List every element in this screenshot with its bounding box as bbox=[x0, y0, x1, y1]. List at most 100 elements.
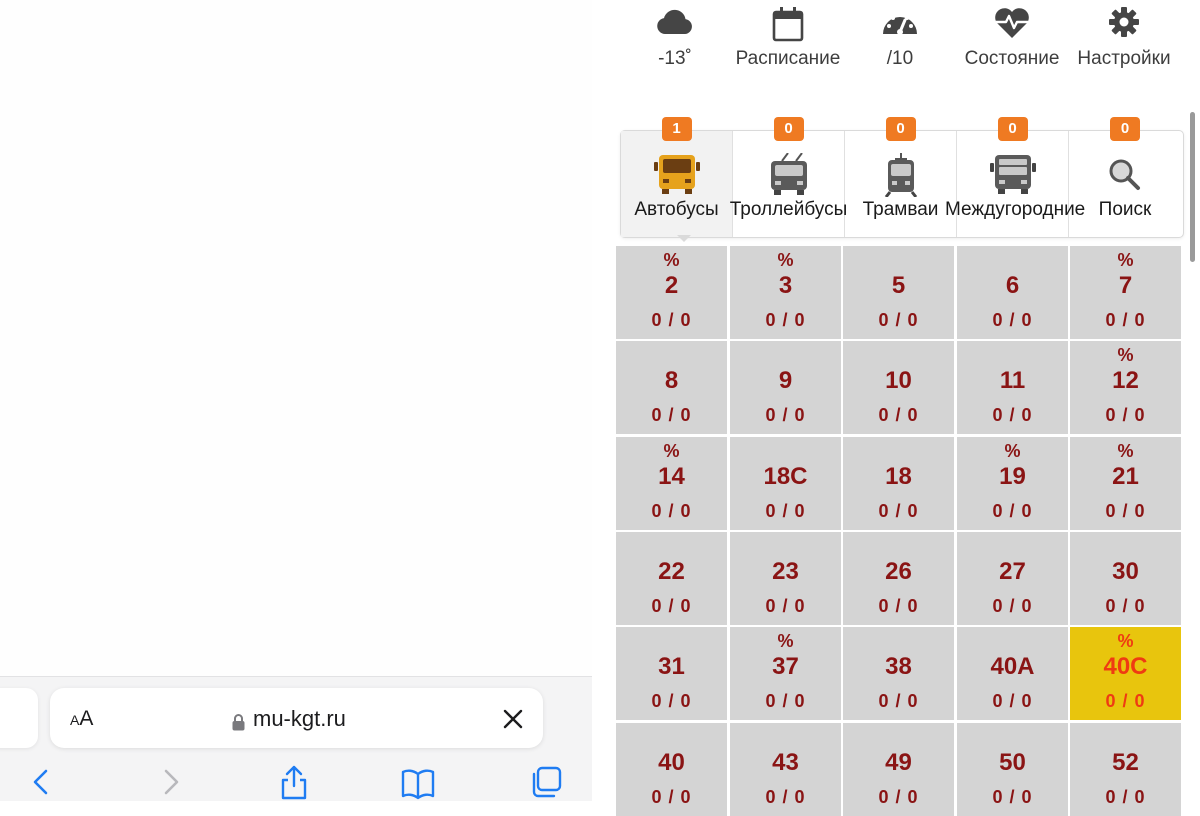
intercity-bus-icon bbox=[989, 155, 1036, 194]
route-tile[interactable]: % 2 0 / 0 bbox=[616, 246, 727, 339]
tram-icon bbox=[884, 153, 917, 197]
text-size-label-large: A bbox=[79, 707, 94, 730]
rating-button[interactable]: /10 bbox=[843, 0, 957, 80]
route-vehicle-count: 0 / 0 bbox=[765, 405, 806, 425]
route-tile[interactable]: 9 0 / 0 bbox=[730, 341, 841, 434]
transport-type-tabs: 1 Автобусы 0 Троллейбусы 0 Трамваи 0 Меж… bbox=[620, 117, 1184, 238]
tabs-button[interactable] bbox=[528, 764, 564, 800]
route-vehicle-count: 0 / 0 bbox=[992, 501, 1033, 521]
route-tile[interactable]: 40 0 / 0 bbox=[616, 723, 727, 816]
route-tile[interactable]: 6 0 / 0 bbox=[957, 246, 1068, 339]
route-number: 50 bbox=[999, 749, 1026, 776]
route-number: 21 bbox=[1112, 463, 1139, 490]
rating-label: /10 bbox=[886, 48, 914, 69]
text-size-button[interactable]: AA bbox=[70, 706, 93, 733]
route-tile[interactable]: 10 0 / 0 bbox=[843, 341, 954, 434]
route-number: 26 bbox=[885, 558, 912, 585]
transport-web-page: -13˚ Расписание /10 Состояние Настройки … bbox=[604, 0, 1200, 816]
bookmarks-icon bbox=[401, 769, 435, 800]
route-vehicle-count: 0 / 0 bbox=[878, 596, 919, 616]
route-tile[interactable]: 27 0 / 0 bbox=[957, 532, 1068, 625]
route-tile[interactable]: 52 0 / 0 bbox=[1070, 723, 1181, 816]
tab-trams[interactable]: 0 Трамваи bbox=[845, 117, 957, 237]
route-tile[interactable]: 26 0 / 0 bbox=[843, 532, 954, 625]
route-number: 40С bbox=[1103, 653, 1148, 680]
route-number: 5 bbox=[891, 272, 906, 299]
route-tile[interactable]: % 12 0 / 0 bbox=[1070, 341, 1181, 434]
route-tile[interactable]: % 40С 0 / 0 bbox=[1070, 627, 1181, 720]
close-icon bbox=[503, 709, 523, 729]
settings-button[interactable]: Настройки bbox=[1067, 0, 1181, 80]
route-vehicle-count: 0 / 0 bbox=[1105, 501, 1146, 521]
route-vehicle-count: 0 / 0 bbox=[651, 405, 692, 425]
route-number: 8 bbox=[664, 367, 679, 394]
route-number: 18 bbox=[885, 463, 912, 490]
forward-button[interactable] bbox=[152, 764, 188, 800]
active-tab-pointer bbox=[677, 235, 691, 242]
page-scrollbar[interactable] bbox=[1190, 112, 1195, 262]
route-vehicle-count: 0 / 0 bbox=[992, 596, 1033, 616]
route-tile[interactable]: 18С 0 / 0 bbox=[730, 437, 841, 530]
route-tile[interactable]: 49 0 / 0 bbox=[843, 723, 954, 816]
route-vehicle-count: 0 / 0 bbox=[992, 310, 1033, 330]
route-tile[interactable]: 38 0 / 0 bbox=[843, 627, 954, 720]
route-number: 40А bbox=[990, 653, 1035, 680]
route-number: 52 bbox=[1112, 749, 1139, 776]
search-count-badge: 0 bbox=[1110, 117, 1140, 141]
route-tile[interactable]: 23 0 / 0 bbox=[730, 532, 841, 625]
share-button[interactable] bbox=[276, 764, 312, 800]
weather-button[interactable]: -13˚ bbox=[618, 0, 732, 80]
route-tile[interactable]: 22 0 / 0 bbox=[616, 532, 727, 625]
trolleybus-icon bbox=[770, 153, 807, 195]
route-percent-mark: % bbox=[1117, 631, 1134, 651]
route-percent-mark: % bbox=[1004, 441, 1021, 461]
route-number: 10 bbox=[885, 367, 912, 394]
route-tile[interactable]: 50 0 / 0 bbox=[957, 723, 1068, 816]
bookmarks-button[interactable] bbox=[400, 764, 436, 800]
route-percent-mark: % bbox=[663, 250, 680, 270]
route-tile[interactable]: % 21 0 / 0 bbox=[1070, 437, 1181, 530]
route-tile[interactable]: % 19 0 / 0 bbox=[957, 437, 1068, 530]
route-tile[interactable]: 5 0 / 0 bbox=[843, 246, 954, 339]
route-number: 14 bbox=[658, 463, 685, 490]
route-number: 38 bbox=[885, 653, 912, 680]
route-number: 43 bbox=[772, 749, 799, 776]
search-label: Поиск bbox=[1098, 199, 1152, 220]
schedule-button[interactable]: Расписание bbox=[731, 0, 845, 80]
route-tile[interactable]: 31 0 / 0 bbox=[616, 627, 727, 720]
route-tile[interactable]: 11 0 / 0 bbox=[957, 341, 1068, 434]
text-size-label-small: A bbox=[70, 712, 80, 728]
close-tab-button[interactable] bbox=[500, 706, 526, 732]
route-tile[interactable]: % 3 0 / 0 bbox=[730, 246, 841, 339]
route-tile[interactable]: 8 0 / 0 bbox=[616, 341, 727, 434]
route-tile[interactable]: 18 0 / 0 bbox=[843, 437, 954, 530]
tab-intercity[interactable]: 0 Междугородние bbox=[945, 117, 1085, 237]
bus-icon bbox=[653, 155, 700, 194]
cloud-icon bbox=[657, 9, 692, 34]
tab-buses[interactable]: 1 Автобусы bbox=[621, 117, 733, 237]
route-number: 27 bbox=[999, 558, 1026, 585]
route-tile[interactable]: 30 0 / 0 bbox=[1070, 532, 1181, 625]
route-number: 40 bbox=[658, 749, 685, 776]
route-tile[interactable]: % 37 0 / 0 bbox=[730, 627, 841, 720]
status-button[interactable]: Состояние bbox=[955, 0, 1069, 80]
schedule-label: Расписание bbox=[735, 48, 841, 69]
route-vehicle-count: 0 / 0 bbox=[765, 787, 806, 807]
route-percent-mark: % bbox=[663, 441, 680, 461]
back-button[interactable] bbox=[24, 764, 60, 800]
status-label: Состояние bbox=[964, 48, 1060, 69]
route-tile[interactable]: 40А 0 / 0 bbox=[957, 627, 1068, 720]
route-number: 9 bbox=[778, 367, 793, 394]
route-number: 30 bbox=[1112, 558, 1139, 585]
previous-tab-preview[interactable] bbox=[0, 688, 38, 748]
url-display[interactable]: mu-kgt.ru bbox=[232, 705, 346, 733]
route-percent-mark: % bbox=[777, 631, 794, 651]
route-vehicle-count: 0 / 0 bbox=[878, 501, 919, 521]
route-tile[interactable]: % 14 0 / 0 bbox=[616, 437, 727, 530]
tab-search[interactable]: 0 Поиск bbox=[1069, 117, 1181, 237]
route-vehicle-count: 0 / 0 bbox=[878, 405, 919, 425]
route-number: 37 bbox=[772, 653, 799, 680]
tab-trolleybuses[interactable]: 0 Троллейбусы bbox=[730, 117, 847, 237]
route-tile[interactable]: % 7 0 / 0 bbox=[1070, 246, 1181, 339]
route-tile[interactable]: 43 0 / 0 bbox=[730, 723, 841, 816]
